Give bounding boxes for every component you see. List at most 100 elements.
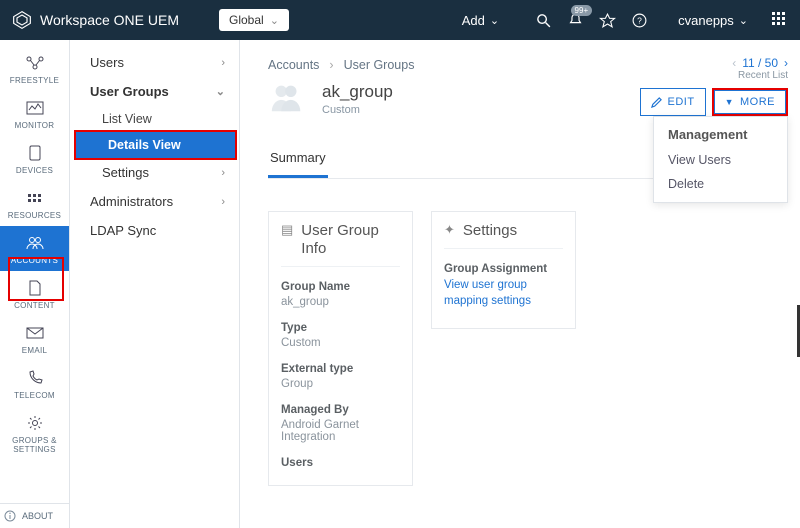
rail-label: MONITOR <box>15 121 55 130</box>
star-icon[interactable] <box>598 11 616 29</box>
type-label: Type <box>281 322 400 334</box>
type-value: Custom <box>281 337 400 349</box>
rail-groups-settings[interactable]: GROUPS & SETTINGS <box>0 406 69 460</box>
managed-by-label: Managed By <box>281 404 400 416</box>
top-bar: Workspace ONE UEM Global ⌄ Add ⌄ 99+ ? c… <box>0 0 800 40</box>
rail-accounts[interactable]: ACCOUNTS <box>0 226 69 271</box>
rail-label: EMAIL <box>22 346 48 355</box>
add-dropdown[interactable]: Add ⌄ <box>462 13 499 28</box>
freestyle-icon <box>24 54 46 72</box>
group-name-value: ak_group <box>281 296 400 308</box>
rail-label: RESOURCES <box>8 211 61 220</box>
chevron-right-icon: › <box>221 167 225 179</box>
crumb-accounts[interactable]: Accounts <box>268 58 319 72</box>
page-subtitle: Custom <box>322 104 393 116</box>
action-buttons: EDIT ▼ MORE <box>640 88 788 116</box>
recent-position: 11 / 50 <box>742 56 778 70</box>
menu-view-users[interactable]: View Users <box>654 148 787 172</box>
search-icon[interactable] <box>534 11 552 29</box>
rail-label: GROUPS & SETTINGS <box>2 436 67 454</box>
caret-down-icon: ▼ <box>725 97 734 107</box>
main-content: Accounts › User Groups ‹ 11 / 50 › Recen… <box>240 40 800 528</box>
apps-icon[interactable] <box>772 12 788 28</box>
org-selector[interactable]: Global ⌄ <box>219 9 289 31</box>
accounts-icon <box>24 234 46 252</box>
nav-administrators[interactable]: Administrators › <box>70 187 239 216</box>
chevron-down-icon: ⌄ <box>490 14 499 27</box>
rail-devices[interactable]: DEVICES <box>0 136 69 181</box>
bell-icon[interactable]: 99+ <box>566 11 584 29</box>
edit-button[interactable]: EDIT <box>640 88 706 116</box>
nav-label: Administrators <box>90 194 173 209</box>
secondary-nav: Users › User Groups ⌄ List View Details … <box>70 40 240 528</box>
recent-prev[interactable]: ‹ <box>732 56 736 70</box>
top-icons: 99+ ? <box>534 11 648 29</box>
logo-icon <box>12 10 32 30</box>
rail-label: DEVICES <box>16 166 53 175</box>
breadcrumb: Accounts › User Groups <box>268 58 780 72</box>
external-type-label: External type <box>281 363 400 375</box>
svg-text:?: ? <box>637 15 642 25</box>
about-label: ABOUT <box>22 511 53 521</box>
brand-text: Workspace ONE UEM <box>40 12 179 28</box>
crumb-user-groups[interactable]: User Groups <box>344 58 415 72</box>
tab-summary[interactable]: Summary <box>268 144 328 178</box>
brand: Workspace ONE UEM <box>12 10 179 30</box>
rail-resources[interactable]: RESOURCES <box>0 181 69 226</box>
rail-freestyle[interactable]: FREESTYLE <box>0 46 69 91</box>
help-icon[interactable]: ? <box>630 11 648 29</box>
card-title: User Group Info <box>301 222 400 258</box>
info-icon <box>4 510 16 522</box>
rail-label: ACCOUNTS <box>11 256 58 265</box>
chevron-right-icon: › <box>329 58 333 72</box>
recent-list: ‹ 11 / 50 › Recent List <box>732 56 788 81</box>
more-button[interactable]: ▼ MORE <box>714 90 786 114</box>
nav-label: LDAP Sync <box>90 223 156 238</box>
nav-label: User Groups <box>90 84 169 99</box>
nav-settings[interactable]: Settings › <box>70 158 239 187</box>
rail-label: FREESTYLE <box>10 76 59 85</box>
email-icon <box>24 324 46 342</box>
gear-icon <box>24 414 46 432</box>
recent-next[interactable]: › <box>784 56 788 70</box>
add-label: Add <box>462 13 485 28</box>
menu-delete[interactable]: Delete <box>654 172 787 196</box>
group-assignment-label: Group Assignment <box>444 263 563 275</box>
card-settings: ✦ Settings Group Assignment View user gr… <box>431 211 576 329</box>
devices-icon <box>24 144 46 162</box>
nav-users[interactable]: Users › <box>70 48 239 77</box>
rail-content[interactable]: CONTENT <box>0 271 69 316</box>
rail-monitor[interactable]: MONITOR <box>0 91 69 136</box>
wrench-icon: ✦ <box>444 222 455 238</box>
group-avatar-icon <box>268 82 306 112</box>
more-label: MORE <box>740 96 775 108</box>
about-button[interactable]: ABOUT <box>0 503 69 528</box>
nav-label: Users <box>90 55 124 70</box>
telecom-icon <box>24 369 46 387</box>
card-user-group-info: ▤ User Group Info Group Name ak_group Ty… <box>268 211 413 486</box>
recent-label: Recent List <box>732 70 788 81</box>
primary-nav-rail: FREESTYLE MONITOR DEVICES RESOURCES ACCO… <box>0 40 70 528</box>
rail-label: TELECOM <box>14 391 55 400</box>
nav-ldap-sync[interactable]: LDAP Sync <box>70 216 239 245</box>
group-name-label: Group Name <box>281 281 400 293</box>
resources-icon <box>24 189 46 207</box>
chevron-right-icon: › <box>221 57 225 69</box>
rail-email[interactable]: EMAIL <box>0 316 69 361</box>
rail-label: CONTENT <box>14 301 55 310</box>
user-menu[interactable]: cvanepps ⌄ <box>678 13 748 28</box>
chevron-down-icon: ⌄ <box>270 14 279 27</box>
card-title: Settings <box>463 222 517 240</box>
username: cvanepps <box>678 13 734 28</box>
nav-user-groups[interactable]: User Groups ⌄ <box>70 77 239 106</box>
users-label: Users <box>281 457 400 469</box>
managed-by-value: Android Garnet Integration <box>281 419 400 443</box>
view-mapping-link[interactable]: View user group mapping settings <box>444 278 563 309</box>
rail-telecom[interactable]: TELECOM <box>0 361 69 406</box>
monitor-icon <box>24 99 46 117</box>
chevron-down-icon: ⌄ <box>739 14 748 27</box>
nav-list-view[interactable]: List View <box>70 106 239 132</box>
nav-details-view[interactable]: Details View <box>76 132 235 158</box>
highlight-more: ▼ MORE <box>712 88 788 116</box>
page-title: ak_group <box>322 82 393 102</box>
